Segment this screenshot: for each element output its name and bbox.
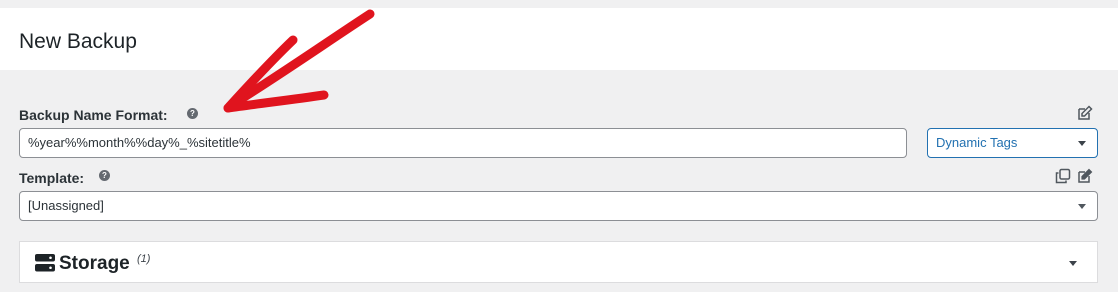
backup-name-input[interactable]: %year%%month%%day%_%sitetitle% — [19, 128, 907, 158]
edit-icon[interactable] — [1077, 168, 1093, 184]
chevron-down-icon — [1078, 204, 1086, 209]
server-icon — [35, 254, 55, 272]
help-icon[interactable]: ? — [187, 108, 198, 119]
edit-icon[interactable] — [1077, 105, 1093, 121]
dynamic-tags-select[interactable]: Dynamic Tags — [927, 128, 1098, 158]
template-label: Template: — [19, 170, 85, 186]
template-value: [Unassigned] — [28, 198, 104, 213]
storage-panel[interactable]: Storage (1) — [19, 241, 1098, 283]
backup-name-format-label: Backup Name Format: — [19, 107, 168, 123]
storage-count: (1) — [137, 253, 151, 265]
storage-title: Storage — [59, 253, 130, 274]
page-title: New Backup — [19, 30, 137, 53]
dynamic-tags-label: Dynamic Tags — [936, 135, 1018, 150]
chevron-down-icon[interactable] — [1069, 261, 1077, 266]
chevron-down-icon — [1078, 141, 1086, 146]
template-select[interactable]: [Unassigned] — [19, 191, 1098, 221]
help-icon[interactable]: ? — [99, 170, 110, 181]
top-strip — [0, 0, 1118, 8]
copy-icon[interactable] — [1055, 168, 1071, 184]
page-header: New Backup — [0, 8, 1118, 70]
